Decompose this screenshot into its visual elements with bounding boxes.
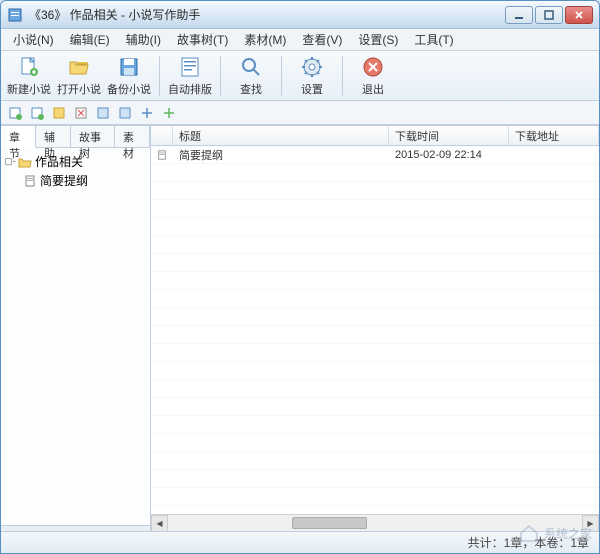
small-toolbar — [1, 101, 599, 125]
small-btn-1[interactable] — [5, 103, 25, 123]
close-button[interactable] — [565, 6, 593, 24]
row-time: 2015-02-09 22:14 — [389, 149, 509, 161]
open-folder-icon — [67, 55, 91, 79]
window-title: 《36》 作品相关 - 小说写作助手 — [29, 6, 503, 23]
open-novel-button[interactable]: 打开小说 — [55, 53, 103, 99]
scroll-left-arrow[interactable]: ◀ — [151, 515, 168, 531]
small-btn-6[interactable] — [115, 103, 135, 123]
new-novel-button[interactable]: 新建小说 — [5, 53, 53, 99]
toolbar-separator — [342, 56, 343, 96]
tree-root-label: 作品相关 — [35, 153, 83, 170]
toolbar-separator — [220, 56, 221, 96]
sidebar-tab-storytree[interactable]: 故事树 — [71, 126, 115, 147]
small-btn-7[interactable] — [137, 103, 157, 123]
find-button[interactable]: 查找 — [227, 53, 275, 99]
search-icon — [239, 55, 263, 79]
sidebar-tab-chapters[interactable]: 章节 — [1, 126, 36, 148]
app-icon — [7, 7, 23, 23]
gear-icon — [300, 55, 324, 79]
sidebar: 章节 辅助 故事树 素材 ▢- 作品相关 简要提纲 — [1, 126, 151, 531]
menu-settings[interactable]: 设置(S) — [350, 29, 406, 50]
toolbar-label: 自动排版 — [168, 81, 212, 97]
menu-assist[interactable]: 辅助(I) — [118, 29, 169, 50]
window-buttons — [503, 6, 593, 24]
col-icon[interactable] — [151, 126, 173, 145]
toolbar: 新建小说 打开小说 备份小说 自动排版 查找 设置 退出 — [1, 51, 599, 101]
scroll-thumb[interactable] — [292, 517, 367, 529]
sidebar-tabs: 章节 辅助 故事树 素材 — [1, 126, 150, 148]
folder-open-icon — [18, 155, 32, 169]
small-btn-5[interactable] — [93, 103, 113, 123]
menu-material[interactable]: 素材(M) — [236, 29, 294, 50]
toolbar-label: 备份小说 — [107, 81, 151, 97]
col-title[interactable]: 标题 — [173, 126, 389, 145]
tree-collapse-icon[interactable]: ▢- — [5, 157, 15, 167]
list-header: 标题 下载时间 下载地址 — [151, 126, 599, 146]
small-btn-3[interactable] — [49, 103, 69, 123]
exit-button[interactable]: 退出 — [349, 53, 397, 99]
app-window: 《36》 作品相关 - 小说写作助手 小说(N) 编辑(E) 辅助(I) 故事树… — [0, 0, 600, 554]
auto-typeset-button[interactable]: 自动排版 — [166, 53, 214, 99]
menubar: 小说(N) 编辑(E) 辅助(I) 故事树(T) 素材(M) 查看(V) 设置(… — [1, 29, 599, 51]
tree-child[interactable]: 简要提纲 — [3, 171, 148, 190]
toolbar-separator — [159, 56, 160, 96]
menu-novel[interactable]: 小说(N) — [5, 29, 62, 50]
status-text: 共计：1章，本卷：1章 — [468, 534, 589, 551]
maximize-button[interactable] — [535, 6, 563, 24]
tree-view[interactable]: ▢- 作品相关 简要提纲 — [1, 148, 150, 525]
menu-tools[interactable]: 工具(T) — [406, 29, 461, 50]
backup-novel-button[interactable]: 备份小说 — [105, 53, 153, 99]
toolbar-label: 退出 — [362, 81, 384, 97]
exit-icon — [361, 55, 385, 79]
new-file-icon — [17, 55, 41, 79]
list-body[interactable]: 简要提纲 2015-02-09 22:14 — [151, 146, 599, 514]
small-btn-8[interactable] — [159, 103, 179, 123]
list-row[interactable]: 简要提纲 2015-02-09 22:14 — [151, 146, 599, 164]
content-pane: 标题 下载时间 下载地址 简要提纲 2015-02-09 22:14 ◀ ▶ — [151, 126, 599, 531]
horizontal-scrollbar[interactable]: ◀ ▶ — [151, 514, 599, 531]
toolbar-label: 设置 — [301, 81, 323, 97]
statusbar: 共计：1章，本卷：1章 — [1, 531, 599, 553]
typeset-icon — [178, 55, 202, 79]
titlebar[interactable]: 《36》 作品相关 - 小说写作助手 — [1, 1, 599, 29]
toolbar-label: 查找 — [240, 81, 262, 97]
toolbar-separator — [281, 56, 282, 96]
document-icon — [23, 174, 37, 188]
toolbar-label: 新建小说 — [7, 81, 51, 97]
sidebar-tab-assist[interactable]: 辅助 — [36, 126, 71, 147]
row-title: 简要提纲 — [173, 147, 389, 163]
scroll-track[interactable] — [168, 515, 582, 531]
main-area: 章节 辅助 故事树 素材 ▢- 作品相关 简要提纲 — [1, 125, 599, 531]
small-btn-4[interactable] — [71, 103, 91, 123]
tree-child-label: 简要提纲 — [40, 172, 88, 189]
toolbar-label: 打开小说 — [57, 81, 101, 97]
save-icon — [117, 55, 141, 79]
menu-storytree[interactable]: 故事树(T) — [169, 29, 236, 50]
sidebar-tab-material[interactable]: 素材 — [115, 126, 150, 147]
tree-root[interactable]: ▢- 作品相关 — [3, 152, 148, 171]
col-url[interactable]: 下载地址 — [509, 126, 599, 145]
scroll-right-arrow[interactable]: ▶ — [582, 515, 599, 531]
row-icon — [151, 149, 173, 161]
menu-edit[interactable]: 编辑(E) — [62, 29, 118, 50]
menu-view[interactable]: 查看(V) — [294, 29, 350, 50]
minimize-button[interactable] — [505, 6, 533, 24]
col-time[interactable]: 下载时间 — [389, 126, 509, 145]
small-btn-2[interactable] — [27, 103, 47, 123]
settings-button[interactable]: 设置 — [288, 53, 336, 99]
